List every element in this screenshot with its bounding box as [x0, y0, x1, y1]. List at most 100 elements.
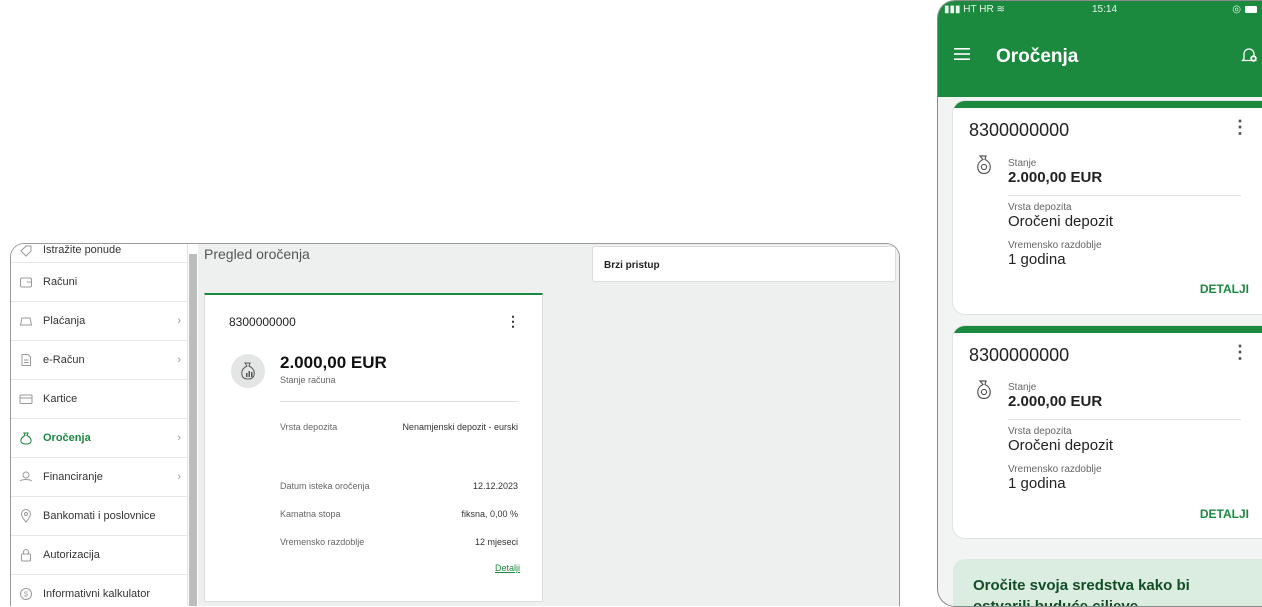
chevron-right-icon: › — [177, 432, 181, 444]
deposit-card: 8300000000 ⋮ 2.000,00 EUR Stanje računa … — [204, 293, 543, 602]
divider — [280, 401, 518, 402]
battery-icon — [1245, 6, 1257, 13]
screen-title: Oročenja — [996, 46, 1079, 67]
deposit-type-value: Oročeni depozit — [1008, 437, 1114, 454]
main-content: Pregled oročenja Brzi pristup 8300000000… — [198, 244, 899, 606]
details-button[interactable]: DETALJI — [1200, 282, 1249, 296]
detail-value: 12.12.2023 — [472, 481, 518, 491]
chevron-right-icon: › — [177, 471, 181, 483]
deposit-card[interactable]: 8300000000 ⋮ Stanje 2.000,00 EUR Vrsta d… — [953, 101, 1262, 314]
detail-label: Datum isteka oročenja — [280, 481, 370, 491]
sidebar-item-placanja[interactable]: Plaćanja › — [11, 302, 187, 341]
detail-value: fiksna, 0,00 % — [461, 509, 518, 519]
balance-amount: 2.000,00 EUR — [1008, 393, 1103, 410]
balance-label: Stanje — [1008, 382, 1037, 393]
balance-label: Stanje računa — [280, 375, 336, 385]
carrier-label: ▮▮▮ HT HR ≋ — [944, 4, 1005, 15]
sidebar-item-racuni[interactable]: Računi — [11, 263, 187, 302]
period-value: 1 godina — [1008, 251, 1066, 268]
account-number: 8300000000 — [969, 345, 1070, 365]
quick-access-panel[interactable]: Brzi pristup — [592, 246, 896, 282]
wifi-icon: ≋ — [996, 4, 1005, 15]
signal-icon: ▮▮▮ — [944, 4, 961, 15]
sidebar-item-label: Oročenja — [43, 432, 91, 444]
deposit-type-label: Vrsta depozita — [1008, 202, 1072, 213]
more-options-icon[interactable]: ⋮ — [1231, 117, 1249, 138]
status-right: ◎ — [1232, 4, 1257, 15]
detail-row: Kamatna stopa fiksna, 0,00 % — [280, 509, 518, 519]
sidebar-item-autorizacija[interactable]: Autorizacija — [11, 536, 187, 575]
sidebar-item-label: Istražite ponude — [43, 244, 122, 256]
sidebar-item-label: Kartice — [43, 393, 78, 405]
account-number: 8300000000 — [969, 120, 1070, 140]
sidebar-item-istrazite-ponude[interactable]: Istražite ponude — [11, 244, 187, 263]
details-link[interactable]: Detalji — [495, 563, 520, 573]
tag-icon — [19, 244, 33, 258]
page-title: Pregled oročenja — [204, 246, 310, 262]
detail-row: Vremensko razdoblje 12 mjeseci — [280, 537, 518, 547]
more-options-icon[interactable]: ⋮ — [1231, 342, 1249, 363]
savings-bag-icon — [231, 354, 265, 388]
sidebar-item-orocenja[interactable]: Oročenja › — [11, 419, 187, 458]
account-number: 8300000000 — [229, 315, 296, 329]
detail-label: Kamatna stopa — [280, 509, 341, 519]
finance-icon — [19, 470, 33, 484]
document-icon — [19, 353, 33, 367]
sidebar-item-financiranje[interactable]: Financiranje › — [11, 458, 187, 497]
card-icon — [19, 392, 33, 406]
sidebar-item-label: Računi — [43, 276, 78, 288]
moneybag-icon — [977, 380, 991, 400]
more-options-icon[interactable]: ⋮ — [506, 313, 520, 330]
detail-row: Vrsta depozita Nenamjenski depozit - eur… — [280, 422, 518, 432]
deposit-card[interactable]: 8300000000 ⋮ Stanje 2.000,00 EUR Vrsta d… — [953, 326, 1262, 538]
card-accent-band — [953, 101, 1262, 108]
sidebar-item-label: Plaćanja — [43, 315, 86, 327]
details-button[interactable]: DETALJI — [1200, 507, 1249, 521]
status-time: 15:14 — [1092, 4, 1118, 15]
moneybag-icon — [977, 155, 991, 175]
status-bar: ▮▮▮ HT HR ≋ 15:14 ◎ — [944, 4, 1257, 18]
detail-row: Datum isteka oročenja 12.12.2023 — [280, 481, 518, 491]
chevron-right-icon: › — [177, 354, 181, 366]
carrier-text: HT HR — [963, 4, 994, 15]
detail-label: Vrsta depozita — [280, 422, 338, 432]
svg-text:$: $ — [24, 592, 28, 599]
wallet-icon — [19, 275, 33, 289]
desktop-window: Istražite ponude Računi Plaćanja › e-Rač… — [10, 243, 900, 606]
divider — [1008, 419, 1241, 420]
period-value: 1 godina — [1008, 475, 1066, 492]
period-label: Vremensko razdoblje — [1008, 240, 1102, 251]
chevron-right-icon: › — [177, 315, 181, 327]
sidebar-item-e-racun[interactable]: e-Račun › — [11, 341, 187, 380]
sidebar-item-kartice[interactable]: Kartice — [11, 380, 187, 419]
moneybag-icon — [19, 431, 33, 445]
bell-icon[interactable] — [1239, 45, 1259, 65]
sidebar-item-bankomati[interactable]: Bankomati i poslovnice — [11, 497, 187, 536]
phone-screen: ▮▮▮ HT HR ≋ 15:14 ◎ Oročenja 8300000000 … — [937, 0, 1262, 607]
sidebar-item-label: Financiranje — [43, 471, 103, 483]
sidebar-item-label: Bankomati i poslovnice — [43, 510, 156, 522]
sidebar-item-label: e-Račun — [43, 354, 85, 366]
detail-label: Vremensko razdoblje — [280, 537, 365, 547]
lock-icon — [19, 548, 33, 562]
calculator-icon: $ — [19, 587, 33, 601]
menu-icon[interactable] — [954, 48, 970, 60]
card-accent-band — [953, 326, 1262, 333]
sidebar-item-label: Autorizacija — [43, 549, 100, 561]
scrollbar[interactable] — [189, 254, 197, 606]
location-icon — [19, 509, 33, 523]
period-label: Vremensko razdoblje — [1008, 464, 1102, 475]
balance-label: Stanje — [1008, 158, 1037, 169]
deposit-type-value: Oročeni depozit — [1008, 213, 1114, 230]
balance-amount: 2.000,00 EUR — [1008, 169, 1103, 186]
quick-access-title: Brzi pristup — [604, 260, 660, 271]
divider — [1008, 195, 1241, 196]
sidebar-item-label: Informativni kalkulator — [43, 588, 150, 600]
sidebar-item-kalkulator[interactable]: $ Informativni kalkulator — [11, 575, 187, 606]
detail-value: 12 mjeseci — [474, 537, 518, 547]
app-header: ▮▮▮ HT HR ≋ 15:14 ◎ Oročenja — [938, 1, 1262, 97]
promo-banner[interactable]: Oročite svoja sredstva kako bi ostvarili… — [953, 559, 1262, 606]
payment-icon — [19, 314, 33, 328]
detail-value: Nenamjenski depozit - eurski — [402, 422, 518, 432]
balance-amount: 2.000,00 EUR — [280, 353, 387, 372]
